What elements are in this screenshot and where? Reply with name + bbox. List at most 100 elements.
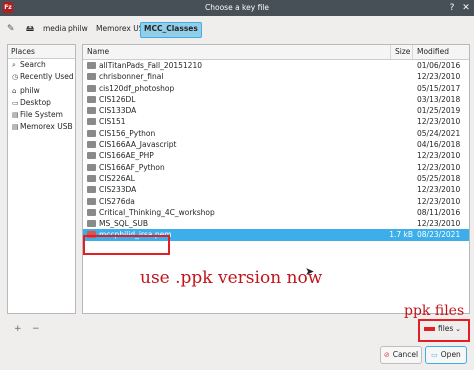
file-name: CIS233DA: [99, 185, 137, 195]
place-recently-used[interactable]: ◷ Recently Used: [8, 71, 75, 83]
file-modified: 12/23/2010: [417, 196, 461, 206]
folder-icon: [87, 174, 96, 182]
file-row[interactable]: cis120df_photoshop 05/15/2017: [83, 83, 469, 94]
file-row[interactable]: CIS226AL 05/25/2018: [83, 173, 469, 184]
place-memorex-usb[interactable]: ▤Memorex USB: [8, 121, 75, 133]
place-file-system[interactable]: ▤File System: [8, 109, 75, 121]
column-header-modified[interactable]: Modified: [413, 45, 469, 59]
column-header-size[interactable]: Size: [391, 45, 413, 59]
file-name: chrisbonner_final: [99, 72, 164, 82]
window-title: Choose a key file: [205, 3, 269, 12]
folder-icon: [87, 220, 96, 228]
file-modified: 03/13/2018: [417, 94, 461, 104]
folder-icon: [87, 62, 96, 69]
file-name: CIS156_Python: [99, 128, 156, 138]
folder-icon: [87, 107, 96, 115]
file-modified: 08/23/2021: [417, 230, 461, 240]
desktop-icon: ▭: [12, 99, 19, 107]
folder-icon: [87, 118, 96, 126]
file-modified: 05/15/2017: [417, 83, 461, 93]
folder-icon: [87, 186, 96, 194]
folder-icon: [87, 95, 96, 103]
file-modified: 04/16/2018: [417, 140, 461, 150]
folder-icon: [87, 197, 96, 205]
file-modified: 12/23/2010: [417, 151, 461, 161]
folder-icon: [87, 84, 96, 92]
add-place-icon[interactable]: +: [14, 324, 22, 334]
file-name: CIS226AL: [99, 173, 135, 183]
file-modified: 01/25/2019: [417, 106, 461, 116]
close-icon[interactable]: ✕: [460, 2, 472, 14]
drive-icon: ▤: [12, 111, 19, 119]
file-modified: 01/06/2016: [417, 61, 461, 70]
file-name: allTitanPads_Fall_20151210: [99, 61, 203, 70]
help-icon[interactable]: ?: [446, 2, 458, 14]
filter-highlight-box: [418, 319, 470, 342]
file-row[interactable]: CIS166AF_Python 12/23/2010: [83, 162, 469, 173]
file-list-header: Name Size Modified: [83, 45, 469, 60]
usb-icon: ▤: [12, 123, 19, 131]
file-modified: 12/23/2010: [417, 185, 461, 195]
file-modified: 05/25/2018: [417, 173, 461, 183]
folder-icon: [87, 141, 96, 149]
breadcrumb-philw[interactable]: philw: [65, 22, 91, 36]
folder-icon: [87, 129, 96, 137]
file-name: Critical_Thinking_4C_workshop: [99, 207, 215, 217]
file-name: CIS126DL: [99, 94, 136, 104]
cancel-icon: ⊘: [383, 351, 390, 359]
annotation-ppk-files: ppk files: [404, 303, 465, 319]
path-toolbar: ✎ 🖴 media philw Memorex USB MCC_Classes: [0, 16, 474, 42]
column-header-name[interactable]: Name: [83, 45, 391, 59]
breadcrumb-mcc-classes[interactable]: MCC_Classes: [140, 22, 202, 38]
file-row[interactable]: Critical_Thinking_4C_workshop 08/11/2016: [83, 207, 469, 218]
file-row[interactable]: CIS233DA 12/23/2010: [83, 184, 469, 195]
file-row[interactable]: CIS133DA 01/25/2019: [83, 105, 469, 116]
file-row[interactable]: CIS151 12/23/2010: [83, 116, 469, 127]
edit-path-icon[interactable]: ✎: [7, 24, 17, 34]
file-modified: 08/11/2016: [417, 207, 461, 217]
pem-file-highlight-box: [83, 235, 170, 255]
file-modified: 12/23/2010: [417, 219, 461, 229]
folder-open-icon: ▭: [431, 351, 438, 359]
folder-icon: [87, 152, 96, 160]
root-crumb-icon[interactable]: 🖴: [23, 22, 37, 36]
file-size: 1.7 kB: [389, 230, 413, 240]
file-name: MS_SQL_SUB: [99, 219, 148, 229]
search-icon: ⌕: [12, 61, 16, 69]
open-button[interactable]: ▭ Open: [425, 346, 467, 364]
mouse-cursor-icon: ➤: [305, 265, 315, 278]
file-row[interactable]: CIS166AE_PHP 12/23/2010: [83, 150, 469, 161]
file-row[interactable]: CIS166AA_Javascript 04/16/2018: [83, 139, 469, 150]
file-row[interactable]: CIS156_Python 05/24/2021: [83, 128, 469, 139]
file-name: CIS276da: [99, 196, 135, 206]
file-modified: 12/23/2010: [417, 72, 461, 82]
places-panel: Places ⌕ Search ◷ Recently Used ⌂ philw ▭De…: [7, 44, 76, 314]
file-row[interactable]: MS_SQL_SUB 12/23/2010: [83, 218, 469, 229]
annotation-use-ppk: use .ppk version now: [140, 268, 323, 288]
file-modified: 12/23/2010: [417, 117, 461, 127]
place-desktop[interactable]: ▭Desktop: [8, 97, 75, 109]
remove-place-icon[interactable]: −: [32, 324, 40, 334]
file-name: CIS166AA_Javascript: [99, 140, 177, 150]
file-modified: 12/23/2010: [417, 162, 461, 172]
places-header: Places: [8, 45, 75, 59]
folder-icon: [87, 163, 96, 171]
file-row[interactable]: CIS276da 12/23/2010: [83, 196, 469, 207]
file-row[interactable]: allTitanPads_Fall_20151210 01/06/2016: [83, 60, 469, 71]
title-bar: Fz Choose a key file ? ✕: [0, 0, 474, 16]
file-modified: 05/24/2021: [417, 128, 461, 138]
cancel-button[interactable]: ⊘ Cancel: [380, 346, 422, 364]
file-rows: allTitanPads_Fall_20151210 01/06/2016 chri…: [83, 60, 469, 241]
file-name: cis120df_photoshop: [99, 83, 175, 93]
clock-icon: ◷: [12, 73, 19, 81]
folder-icon: [87, 208, 96, 216]
file-name: CIS166AE_PHP: [99, 151, 154, 161]
file-name: CIS166AF_Python: [99, 162, 165, 172]
file-name: CIS133DA: [99, 106, 137, 116]
place-search[interactable]: ⌕ Search: [8, 59, 75, 71]
file-name: CIS151: [99, 117, 126, 127]
file-row[interactable]: chrisbonner_final 12/23/2010: [83, 71, 469, 82]
home-icon: ⌂: [12, 87, 17, 95]
place-philw[interactable]: ⌂ philw: [8, 85, 75, 97]
file-row[interactable]: CIS126DL 03/13/2018: [83, 94, 469, 105]
